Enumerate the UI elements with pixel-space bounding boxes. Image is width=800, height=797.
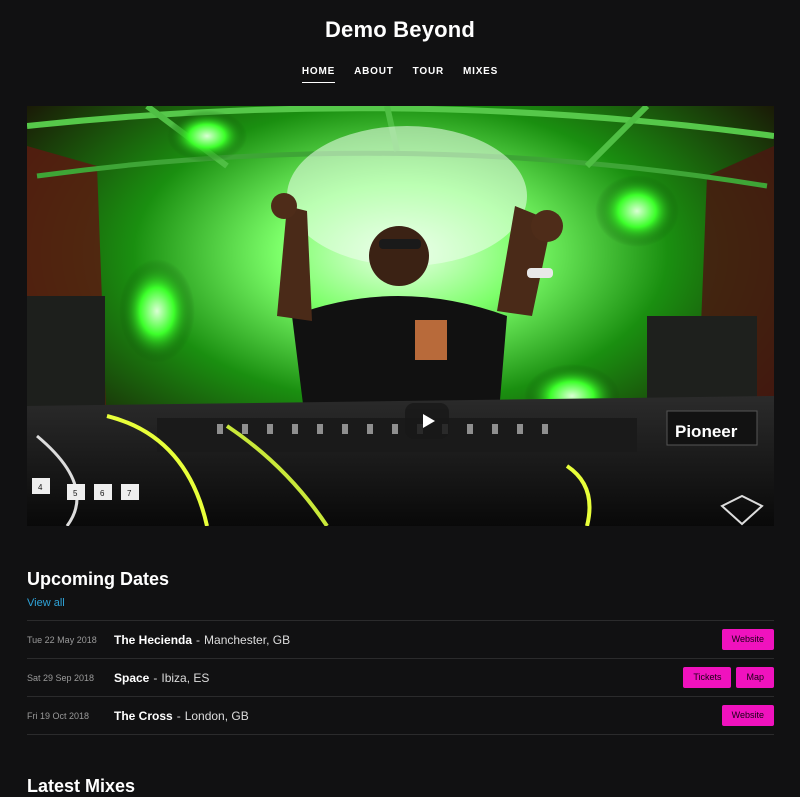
deck-number: 6: [100, 489, 105, 498]
event-date: Tue 22 May 2018: [27, 634, 97, 645]
event-separator: -: [176, 708, 181, 723]
event-venue: The Hecienda: [114, 632, 193, 647]
event-separator: -: [153, 670, 158, 685]
play-button[interactable]: [405, 403, 449, 439]
site-title[interactable]: Demo Beyond: [0, 17, 800, 43]
event-location: Ibiza, ES: [161, 670, 210, 685]
event-location: Manchester, GB: [204, 632, 291, 647]
nav-about[interactable]: ABOUT: [354, 66, 394, 83]
event-venue: Space: [114, 670, 150, 685]
pioneer-logo: Pioneer: [675, 422, 738, 441]
website-button[interactable]: Website: [721, 705, 774, 726]
deck-number: 4: [38, 483, 43, 492]
hero-video[interactable]: Pioneer 4 5 6 7: [27, 106, 774, 526]
deck-number: 7: [127, 489, 132, 498]
event-date: Sat 29 Sep 2018: [27, 672, 95, 683]
event-separator: -: [196, 632, 201, 647]
view-all-link[interactable]: View all: [27, 597, 65, 609]
map-button[interactable]: Map: [736, 667, 774, 688]
latest-mixes-title: Latest Mixes: [27, 776, 136, 796]
event-date: Fri 19 Oct 2018: [27, 710, 90, 721]
nav-tour[interactable]: TOUR: [413, 66, 444, 83]
tickets-button[interactable]: Tickets: [683, 667, 732, 688]
deck-number: 5: [73, 489, 78, 498]
nav-mixes[interactable]: MIXES: [463, 66, 498, 83]
event-location: London, GB: [184, 708, 249, 723]
website-button[interactable]: Website: [721, 629, 774, 650]
play-icon: [422, 414, 435, 428]
list-item: Tue 22 May 2018 The Hecienda - Mancheste…: [27, 621, 774, 659]
list-item: Sat 29 Sep 2018 Space - Ibiza, ES Ticket…: [27, 659, 774, 697]
event-venue: The Cross: [114, 708, 173, 723]
nav-home[interactable]: HOME: [301, 66, 336, 83]
upcoming-dates-title: Upcoming Dates: [27, 569, 170, 589]
main-nav: HOME ABOUT TOUR MIXES: [0, 66, 800, 83]
list-item: Fri 19 Oct 2018 The Cross - London, GB W…: [27, 697, 774, 735]
hero-video-thumbnail: Pioneer 4 5 6 7: [27, 106, 774, 526]
upcoming-dates-list: Tue 22 May 2018 The Hecienda - Mancheste…: [27, 620, 774, 735]
